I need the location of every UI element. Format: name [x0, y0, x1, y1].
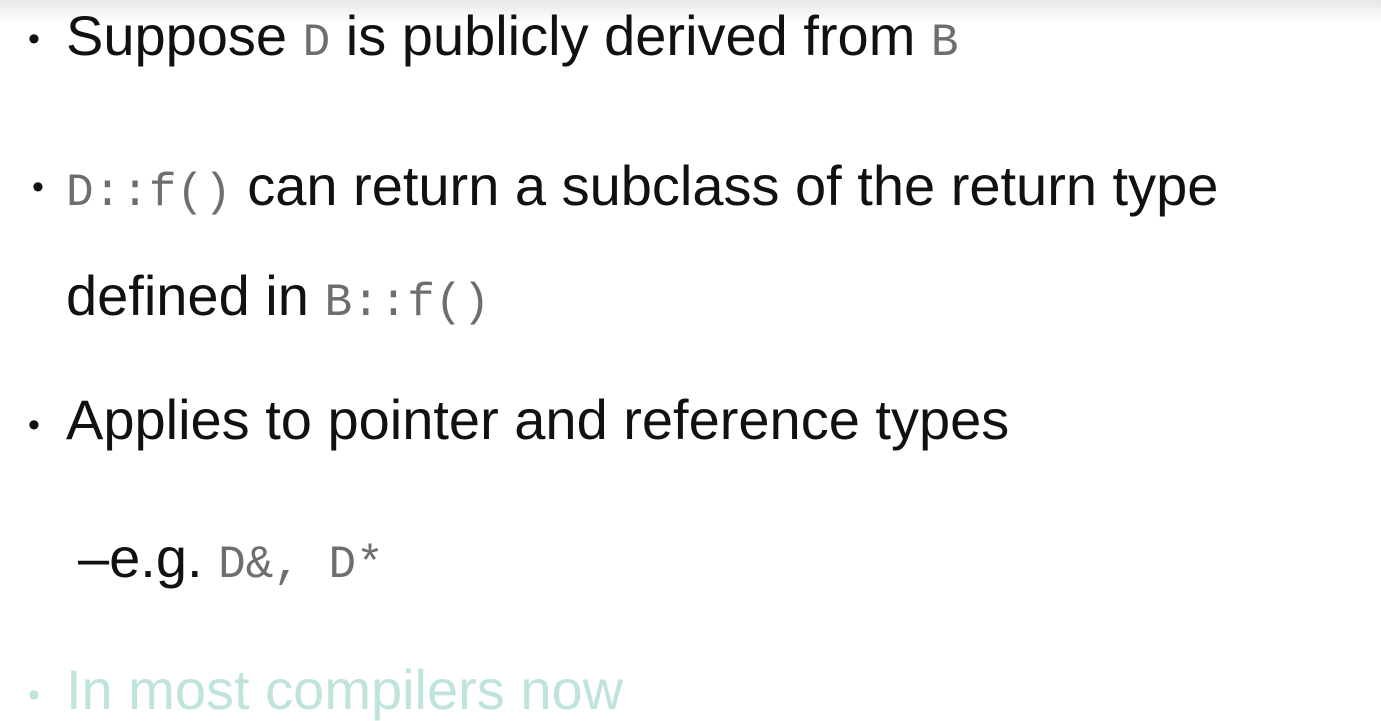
line3-text-a: defined in	[66, 264, 325, 327]
sub-bullet-example: –e.g. D&, D*	[78, 530, 384, 591]
line4-text-a: Applies to pointer and reference types	[66, 388, 1010, 451]
line6-text-a: In most compilers now	[66, 658, 624, 721]
bullet-4: •	[28, 676, 40, 714]
bullet-line-suppose: Suppose D is publicly derived from B	[66, 8, 959, 69]
line3-code-bmethod: B::f()	[324, 277, 491, 329]
line2-code-dmethod: D::f()	[66, 167, 232, 219]
bullet-1: •	[28, 20, 40, 58]
line1-text-b: is publicly derived from	[330, 4, 931, 67]
bullet-line-applies: Applies to pointer and reference types	[66, 392, 1009, 448]
bullet-3: •	[28, 406, 40, 444]
line2-text-a: can return a subclass of the return type	[231, 154, 1219, 217]
bullet-line-return-type: D::f() can return a subclass of the retu…	[66, 158, 1218, 219]
line1-text-a: Suppose	[66, 4, 303, 67]
bullet-line-compilers: In most compilers now	[66, 662, 623, 718]
bullet-2: •	[32, 168, 44, 206]
line1-code-b: B	[930, 17, 959, 69]
line1-code-d: D	[302, 17, 331, 69]
line5-text-a: e.g.	[109, 526, 219, 589]
bullet-line-defined-in: defined in B::f()	[66, 268, 491, 329]
line5-code-examples: D&, D*	[218, 539, 384, 591]
line5-dash: –	[78, 526, 110, 589]
